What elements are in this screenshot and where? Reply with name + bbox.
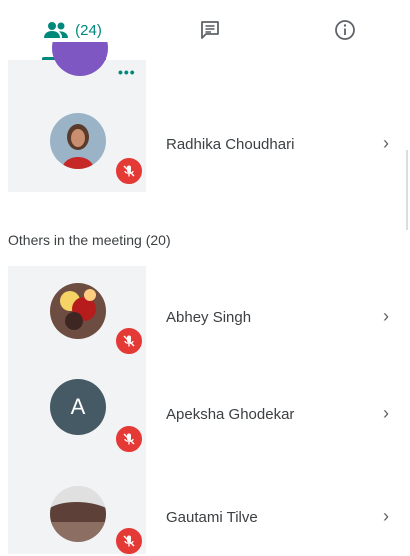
chevron-right-icon[interactable]: › bbox=[383, 403, 389, 424]
mic-off-icon bbox=[114, 424, 144, 454]
mic-off-icon bbox=[114, 326, 144, 356]
partial-avatar bbox=[52, 42, 108, 76]
chevron-right-icon[interactable]: › bbox=[383, 306, 389, 327]
tab-info[interactable] bbox=[300, 0, 390, 60]
tab-chat[interactable] bbox=[165, 0, 255, 60]
participant-name: Abhey Singh bbox=[166, 309, 252, 326]
more-options-icon[interactable]: ••• bbox=[118, 64, 136, 80]
people-icon bbox=[44, 22, 69, 38]
mic-off-icon bbox=[114, 156, 144, 186]
chat-icon bbox=[201, 21, 219, 39]
participant-row[interactable]: A Apeksha Ghodekar › bbox=[0, 362, 410, 458]
participant-name: Gautami Tilve bbox=[166, 509, 258, 526]
section-title: Others in the meeting (20) bbox=[8, 232, 171, 248]
people-count: (24) bbox=[75, 21, 102, 39]
chevron-right-icon[interactable]: › bbox=[383, 133, 389, 154]
participant-row[interactable]: Abhey Singh › bbox=[0, 266, 410, 362]
participant-name: Apeksha Ghodekar bbox=[166, 406, 295, 423]
info-icon bbox=[335, 20, 355, 40]
scrollbar[interactable] bbox=[406, 150, 408, 230]
chevron-right-icon[interactable]: › bbox=[383, 506, 389, 527]
avatar bbox=[50, 113, 106, 169]
participant-row[interactable]: Gautami Tilve › bbox=[0, 458, 410, 556]
avatar bbox=[50, 283, 106, 339]
participant-name: Radhika Choudhari bbox=[166, 136, 295, 153]
participant-row[interactable]: Radhika Choudhari › bbox=[0, 96, 410, 192]
avatar: A bbox=[50, 379, 106, 435]
avatar bbox=[50, 486, 106, 542]
mic-off-icon bbox=[114, 526, 144, 556]
